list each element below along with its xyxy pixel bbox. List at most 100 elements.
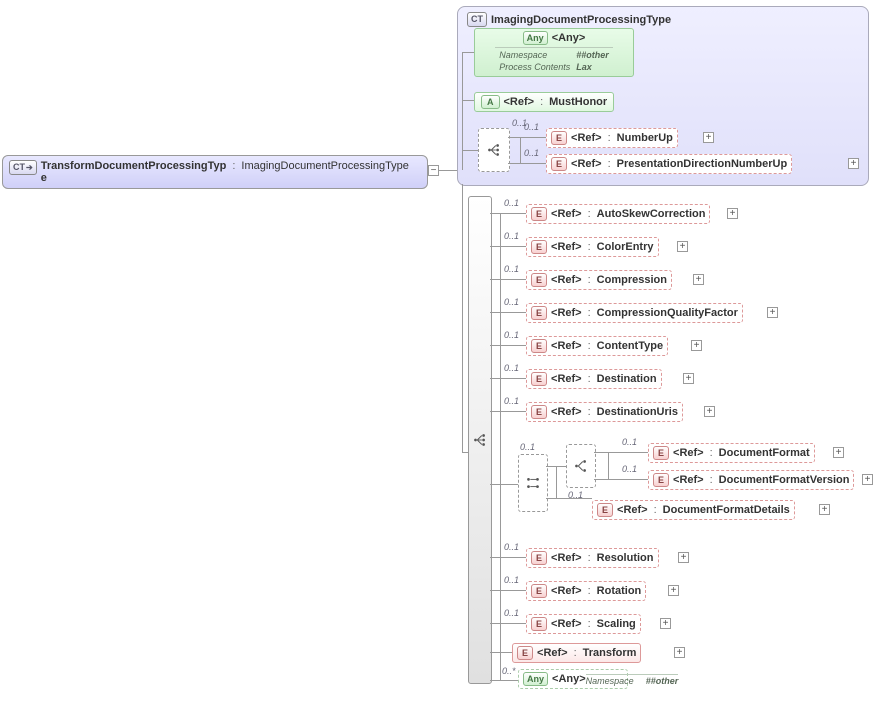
elem-compressionqualityfactor[interactable]: E<Ref>:CompressionQualityFactor xyxy=(526,303,743,323)
elem-name: ContentType xyxy=(597,340,663,352)
e-badge-icon: E xyxy=(531,207,547,221)
connector-line xyxy=(490,680,518,681)
elem-name: AutoSkewCorrection xyxy=(597,208,706,220)
choice-indicator[interactable] xyxy=(518,454,548,512)
elem-name: Resolution xyxy=(597,552,654,564)
expand-icon[interactable]: + xyxy=(691,340,702,351)
card: 0..1 xyxy=(504,542,519,552)
card: 0..1 xyxy=(504,330,519,340)
sequence-icon xyxy=(471,431,489,449)
expand-icon[interactable]: + xyxy=(862,474,873,485)
expand-icon[interactable]: + xyxy=(819,504,830,515)
connector-line xyxy=(490,279,526,280)
connector-line xyxy=(490,213,526,214)
expand-icon[interactable]: + xyxy=(677,241,688,252)
connector-line xyxy=(490,345,526,346)
connector-line xyxy=(490,590,526,591)
elem-name: NumberUp xyxy=(617,132,673,144)
card: 0..1 xyxy=(568,490,583,500)
card-numberup: 0..1 xyxy=(524,122,539,132)
elem-destinationuris[interactable]: E<Ref>:DestinationUris xyxy=(526,402,683,422)
elem-name: ColorEntry xyxy=(597,241,654,253)
sequence-indicator[interactable] xyxy=(478,128,510,172)
connector-line xyxy=(556,466,557,498)
connector-line xyxy=(490,411,526,412)
expand-icon[interactable]: + xyxy=(660,618,671,629)
card: 0..1 xyxy=(622,437,637,447)
expand-icon[interactable]: + xyxy=(678,552,689,563)
ns-val: ##other xyxy=(646,676,679,686)
elem-name: DocumentFormat xyxy=(719,447,810,459)
expand-icon[interactable]: + xyxy=(727,208,738,219)
e-badge-icon: E xyxy=(551,157,567,171)
seq-card: 0..1 xyxy=(520,442,535,452)
elem-documentformatversion[interactable]: E<Ref>:DocumentFormatVersion xyxy=(648,470,854,490)
card: 0..1 xyxy=(504,297,519,307)
expand-icon[interactable]: + xyxy=(767,307,778,318)
elem-scaling[interactable]: E<Ref>:Scaling xyxy=(526,614,641,634)
elem-name: DocumentFormatDetails xyxy=(663,504,790,516)
ref-label: <Ref> xyxy=(571,132,602,144)
elem-documentformat[interactable]: E<Ref>:DocumentFormat xyxy=(648,443,815,463)
expand-icon[interactable]: + xyxy=(668,585,679,596)
a-badge-icon: A xyxy=(481,95,500,109)
elem-numberup[interactable]: E <Ref> : NumberUp xyxy=(546,128,678,148)
card: 0..1 xyxy=(504,575,519,585)
connector-line xyxy=(508,163,546,164)
expand-icon[interactable]: + xyxy=(704,406,715,417)
sequence-icon xyxy=(485,141,503,159)
elem-colorentry[interactable]: E<Ref>:ColorEntry xyxy=(526,237,659,257)
any-wildcard-1[interactable]: Any <Any> Namespace##other Process Conte… xyxy=(474,28,634,77)
elem-name: Rotation xyxy=(597,585,642,597)
any-wildcard-2[interactable]: Any <Any> Namespace##other xyxy=(518,669,628,689)
elem-resolution[interactable]: E<Ref>:Resolution xyxy=(526,548,659,568)
expand-icon[interactable]: + xyxy=(674,647,685,658)
expand-icon[interactable]: + xyxy=(703,132,714,143)
pc-key: Process Contents xyxy=(497,62,572,72)
sequence-indicator[interactable] xyxy=(566,444,596,488)
root-complex-type[interactable]: CT➔ TransformDocumentProcessingTyp e : I… xyxy=(2,155,428,189)
connector-line xyxy=(462,52,474,53)
expand-icon[interactable]: + xyxy=(683,373,694,384)
elem-name: Destination xyxy=(597,373,657,385)
expand-icon[interactable]: + xyxy=(693,274,704,285)
expand-icon[interactable]: + xyxy=(848,158,859,169)
card-any2: 0..* xyxy=(502,666,516,676)
container-title: ImagingDocumentProcessingType xyxy=(491,14,671,26)
elem-documentformatdetails[interactable]: E<Ref>:DocumentFormatDetails xyxy=(592,500,795,520)
container-header: CT ImagingDocumentProcessingType xyxy=(463,10,675,29)
card: 0..1 xyxy=(504,363,519,373)
card: 0..1 xyxy=(504,608,519,618)
expand-icon[interactable]: − xyxy=(428,165,439,176)
connector-line xyxy=(490,246,526,247)
connector-line xyxy=(462,150,478,151)
elem-transform[interactable]: E<Ref>:Transform xyxy=(512,643,641,663)
separator: : xyxy=(232,160,235,172)
expand-icon[interactable]: + xyxy=(833,447,844,458)
card: 0..1 xyxy=(504,396,519,406)
elem-name: PresentationDirectionNumberUp xyxy=(617,158,788,170)
connector-line xyxy=(490,623,526,624)
elem-destination[interactable]: E<Ref>:Destination xyxy=(526,369,662,389)
ref-label: <Ref> xyxy=(504,96,535,108)
pc-val: Lax xyxy=(574,62,611,72)
elem-presentationdirectionnumberup[interactable]: E <Ref> : PresentationDirectionNumberUp xyxy=(546,154,792,174)
connector-line xyxy=(490,378,526,379)
connector-line xyxy=(500,213,501,680)
ns-key: Namespace xyxy=(586,676,634,686)
e-badge-icon: E xyxy=(551,131,567,145)
card: 0..1 xyxy=(504,198,519,208)
attribute-musthonor[interactable]: A <Ref> : MustHonor xyxy=(474,92,614,112)
ns-val: ##other xyxy=(574,50,611,60)
sequence-indicator[interactable] xyxy=(468,196,492,684)
card: 0..1 xyxy=(504,231,519,241)
elem-rotation[interactable]: E<Ref>:Rotation xyxy=(526,581,646,601)
elem-name: Transform xyxy=(583,647,637,659)
elem-autoskewcorrection[interactable]: E<Ref>:AutoSkewCorrection xyxy=(526,204,710,224)
elem-name: DocumentFormatVersion xyxy=(719,474,850,486)
root-type-name: TransformDocumentProcessingTyp e xyxy=(41,160,227,184)
connector-line xyxy=(508,137,546,138)
elem-compression[interactable]: E<Ref>:Compression xyxy=(526,270,672,290)
elem-contenttype[interactable]: E<Ref>:ContentType xyxy=(526,336,668,356)
ct-badge-icon: CT➔ xyxy=(9,160,37,175)
